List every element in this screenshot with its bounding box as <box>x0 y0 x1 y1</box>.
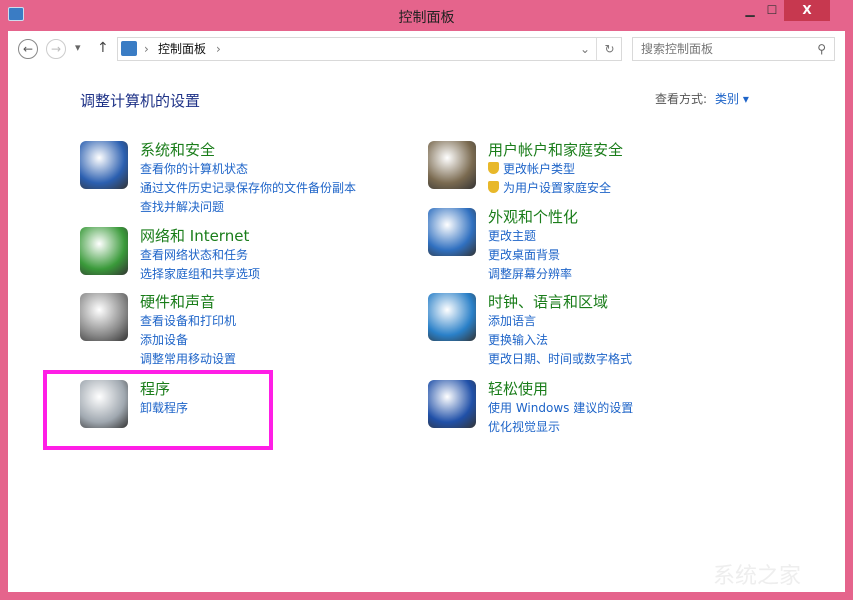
window-title: 控制面板 <box>0 7 853 27</box>
category-link[interactable]: 查看设备和打印机 <box>140 312 236 331</box>
link-label: 查看网络状态和任务 <box>140 248 248 262</box>
recent-locations-button[interactable]: ▾ <box>75 41 81 54</box>
category-title[interactable]: 系统和安全 <box>140 139 215 160</box>
category-link[interactable]: 查看你的计算机状态 <box>140 160 356 179</box>
category-title[interactable]: 时钟、语言和区域 <box>488 291 608 312</box>
category-link[interactable]: 更改日期、时间或数字格式 <box>488 350 632 369</box>
category-link[interactable]: 为用户设置家庭安全 <box>488 179 611 198</box>
link-label: 优化视觉显示 <box>488 420 560 434</box>
view-by-dropdown[interactable]: 类别 ▾ <box>715 92 749 106</box>
category-title[interactable]: 硬件和声音 <box>140 291 215 312</box>
up-button[interactable]: ↑ <box>97 40 109 56</box>
category-link[interactable]: 查找并解决问题 <box>140 198 356 217</box>
breadcrumb-control-panel[interactable]: 控制面板 <box>158 38 206 60</box>
search-icon[interactable]: ⚲ <box>817 38 826 60</box>
breadcrumb-separator[interactable]: › <box>144 38 149 60</box>
view-by: 查看方式: 类别 ▾ <box>655 90 749 107</box>
category-link[interactable]: 更改主题 <box>488 227 572 246</box>
refresh-button[interactable]: ↻ <box>596 38 622 60</box>
category-link[interactable]: 添加设备 <box>140 331 236 350</box>
shield-icon[interactable] <box>80 141 128 189</box>
category-title[interactable]: 用户帐户和家庭安全 <box>488 139 623 160</box>
users-icon[interactable] <box>428 141 476 189</box>
link-label: 更改帐户类型 <box>503 162 575 176</box>
ease-of-access-icon[interactable] <box>428 380 476 428</box>
highlight-box <box>43 370 273 450</box>
category-link[interactable]: 更换输入法 <box>488 331 632 350</box>
link-label: 调整屏幕分辨率 <box>488 267 572 281</box>
address-dropdown-button[interactable]: ⌄ <box>580 38 590 60</box>
category-link[interactable]: 调整常用移动设置 <box>140 350 236 369</box>
link-label: 更改主题 <box>488 229 536 243</box>
control-panel-window: ← → ▾ ↑ › 控制面板 › ⌄ ↻ 搜索控制面板 ⚲ 调整计算机的设置 查… <box>8 31 845 592</box>
category-link[interactable]: 选择家庭组和共享选项 <box>140 265 260 284</box>
globe-network-icon[interactable] <box>80 227 128 275</box>
breadcrumb-separator[interactable]: › <box>216 38 221 60</box>
link-label: 使用 Windows 建议的设置 <box>488 401 633 415</box>
category-link[interactable]: 查看网络状态和任务 <box>140 246 260 265</box>
category-link[interactable]: 更改帐户类型 <box>488 160 611 179</box>
link-label: 通过文件历史记录保存你的文件备份副本 <box>140 181 356 195</box>
category-link[interactable]: 调整屏幕分辨率 <box>488 265 572 284</box>
link-label: 查看你的计算机状态 <box>140 162 248 176</box>
watermark: 系统之家 <box>713 558 801 590</box>
link-label: 查看设备和打印机 <box>140 314 236 328</box>
link-label: 更改桌面背景 <box>488 248 560 262</box>
category-title[interactable]: 外观和个性化 <box>488 206 578 227</box>
uac-shield-icon <box>488 162 499 174</box>
search-input[interactable]: 搜索控制面板 ⚲ <box>632 37 835 61</box>
link-label: 添加语言 <box>488 314 536 328</box>
clock-globe-icon[interactable] <box>428 293 476 341</box>
address-bar[interactable]: › 控制面板 › ⌄ ↻ <box>117 37 622 61</box>
close-button[interactable]: X <box>784 0 830 21</box>
link-label: 更换输入法 <box>488 333 548 347</box>
maximize-button[interactable]: ☐ <box>760 0 784 21</box>
category-title[interactable]: 轻松使用 <box>488 378 548 399</box>
back-button[interactable]: ← <box>18 39 38 59</box>
category-link[interactable]: 使用 Windows 建议的设置 <box>488 399 633 418</box>
category-link[interactable]: 通过文件历史记录保存你的文件备份副本 <box>140 179 356 198</box>
search-placeholder: 搜索控制面板 <box>641 42 713 56</box>
title-bar: 控制面板 ▁ ☐ X <box>0 0 853 31</box>
link-label: 更改日期、时间或数字格式 <box>488 352 632 366</box>
link-label: 调整常用移动设置 <box>140 352 236 366</box>
minimize-button[interactable]: ▁ <box>738 0 762 21</box>
category-link[interactable]: 更改桌面背景 <box>488 246 572 265</box>
category-link[interactable]: 添加语言 <box>488 312 632 331</box>
navigation-bar: ← → ▾ ↑ › 控制面板 › ⌄ ↻ 搜索控制面板 ⚲ <box>8 31 845 67</box>
link-label: 选择家庭组和共享选项 <box>140 267 260 281</box>
monitor-palette-icon[interactable] <box>428 208 476 256</box>
forward-button[interactable]: → <box>46 39 66 59</box>
link-label: 添加设备 <box>140 333 188 347</box>
link-label: 为用户设置家庭安全 <box>503 181 611 195</box>
page-heading: 调整计算机的设置 <box>80 90 200 111</box>
printer-icon[interactable] <box>80 293 128 341</box>
control-panel-icon <box>121 41 137 56</box>
category-link[interactable]: 优化视觉显示 <box>488 418 633 437</box>
link-label: 查找并解决问题 <box>140 200 224 214</box>
category-title[interactable]: 网络和 Internet <box>140 225 249 246</box>
view-by-label: 查看方式: <box>655 92 707 106</box>
uac-shield-icon <box>488 181 499 193</box>
